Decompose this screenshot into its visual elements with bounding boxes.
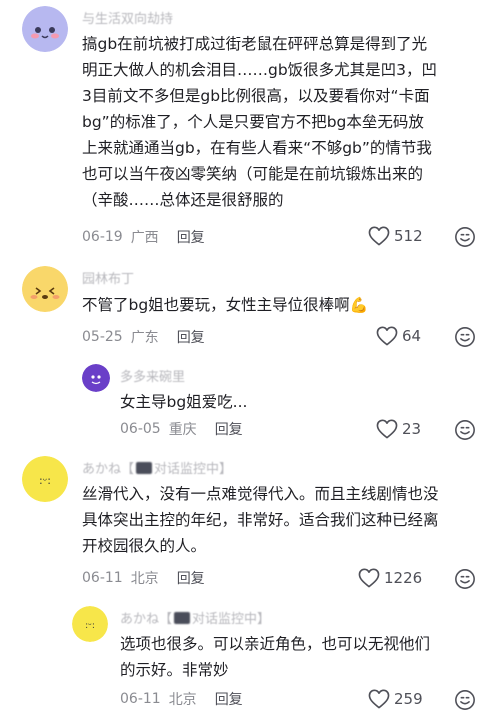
- comment-date: 05-25: [82, 329, 123, 345]
- emoji-reaction-icon[interactable]: [454, 419, 476, 441]
- comment-text-line: 3目前文不多但是gb比例很高，以及要看你对“卡面: [82, 87, 430, 105]
- hidden-tag-icon: [174, 612, 191, 624]
- comment-text-line: 开校园很久的人。: [82, 537, 207, 555]
- avatar-image: [82, 364, 110, 392]
- like-button[interactable]: 23: [376, 419, 421, 439]
- username-suffix: 对话监控中】: [192, 612, 271, 627]
- username-prefix: あかね【: [120, 612, 173, 627]
- reply-item: 多多来碗里 女主导bg姐爱吃... 06-05 重庆 回复 23: [0, 360, 496, 450]
- emoji-sticker: 💪: [349, 296, 369, 314]
- comment-location: 广西: [130, 230, 159, 246]
- avatar-image: :ᵕ:: [72, 606, 108, 642]
- reply-button[interactable]: 回复: [177, 568, 205, 588]
- comment-date: 06-19: [82, 229, 123, 245]
- avatar-image: [22, 266, 68, 312]
- like-count: 1226: [384, 569, 423, 587]
- reply-location: 北京: [168, 692, 197, 708]
- username[interactable]: 与生活双向劫持: [82, 8, 173, 27]
- reply-text-line: 的示好。非常妙: [120, 661, 229, 679]
- comment-item: 园林布丁 不管了bg姐也要玩，女性主导位很棒啊💪 05-25 广东 回复 64 …: [0, 260, 496, 450]
- username[interactable]: あかね【 对话监控中】: [82, 458, 232, 477]
- comment-location: 广东: [130, 330, 159, 346]
- heart-icon: [368, 226, 390, 246]
- comment-item: 与生活双向劫持 搞gb在前坑被打成过街老鼠在砰砰总算是得到了光 明正大做人的机会…: [0, 0, 496, 260]
- hidden-tag-icon: [136, 462, 153, 474]
- svg-text::ᵕ:: :ᵕ:: [39, 474, 51, 487]
- username[interactable]: 园林布丁: [82, 268, 134, 287]
- svg-text::ᵕ:: :ᵕ:: [85, 621, 95, 631]
- avatar[interactable]: [22, 266, 68, 312]
- comment-text-line: 明正大做人的机会泪目……gb饭很多尤其是凹3，凹: [82, 61, 438, 79]
- comment-text-line: 丝滑代入，没有一点难觉得代入。而且主线剧情也没: [82, 485, 439, 503]
- comment-location: 北京: [130, 571, 159, 587]
- comment-text-line: 也可以当午夜凶零笑纳（可能是在前坑锻炼出来的: [82, 165, 424, 183]
- username-suffix: 对话监控中】: [154, 462, 233, 477]
- reply-text-line: 选项也很多。可以亲近角色，也可以无视他们: [120, 635, 431, 653]
- like-count: 259: [394, 690, 423, 708]
- comment-text-line: bg”的标准了，个人是只要官方不把bg本垒无码放: [82, 113, 424, 131]
- heart-icon: [358, 568, 380, 588]
- avatar-image: :ᵕ:: [22, 456, 68, 502]
- reply-button[interactable]: 回复: [177, 227, 205, 247]
- like-button[interactable]: 259: [368, 689, 423, 709]
- heart-icon: [376, 326, 398, 346]
- username[interactable]: あかね【 对话监控中】: [120, 608, 270, 627]
- reply-button[interactable]: 回复: [215, 689, 243, 709]
- emoji-reaction-icon[interactable]: [454, 226, 476, 248]
- comment-date: 06-11: [82, 570, 123, 586]
- like-count: 64: [402, 327, 422, 345]
- comment-meta: 05-25 广东 回复: [82, 327, 205, 347]
- reply-item: :ᵕ: あかね【 对话监控中】 选项也很多。可以亲近角色，也可以无视他们 的示好。…: [0, 602, 496, 714]
- heart-icon: [368, 689, 390, 709]
- comment-text-line: 上来就通通当gb，在有些人看来“不够gb”的情节我: [82, 139, 432, 157]
- comment-item: :ᵕ: あかね【 对话监控中】 丝滑代入，没有一点难觉得代入。而且主线剧情也没 具…: [0, 450, 496, 714]
- avatar[interactable]: [82, 364, 110, 392]
- comment-meta: 06-19 广西 回复: [82, 227, 205, 247]
- avatar[interactable]: :ᵕ:: [72, 606, 108, 642]
- reply-button[interactable]: 回复: [215, 419, 243, 439]
- username-prefix: あかね【: [82, 462, 135, 477]
- comment-text-line: 具体突出主控的年纪，非常好。适合我们这种已经离: [82, 511, 439, 529]
- avatar[interactable]: :ᵕ:: [22, 456, 68, 502]
- like-button[interactable]: 512: [368, 226, 423, 246]
- like-count: 512: [394, 227, 423, 245]
- like-button[interactable]: 64: [376, 326, 421, 346]
- reply-location: 重庆: [168, 422, 197, 438]
- comment-text-line: （辛酸……总体还是很舒服的: [82, 191, 284, 209]
- comment-text-body: 不管了bg姐也要玩，女性主导位很棒啊: [82, 296, 350, 314]
- reply-button[interactable]: 回复: [177, 327, 205, 347]
- like-button[interactable]: 1226: [358, 568, 422, 588]
- reply-text: 女主导bg姐爱吃...: [120, 393, 248, 411]
- reply-date: 06-11: [120, 691, 161, 707]
- reply-date: 06-05: [120, 421, 161, 437]
- emoji-reaction-icon[interactable]: [454, 689, 476, 711]
- comment-text: 不管了bg姐也要玩，女性主导位很棒啊💪: [82, 293, 368, 318]
- emoji-reaction-icon[interactable]: [454, 326, 476, 348]
- like-count: 23: [402, 420, 422, 438]
- heart-icon: [376, 419, 398, 439]
- avatar-image: [22, 6, 68, 52]
- emoji-reaction-icon[interactable]: [454, 568, 476, 590]
- reply-meta: 06-11 北京 回复: [120, 689, 243, 709]
- username[interactable]: 多多来碗里: [120, 366, 185, 385]
- reply-meta: 06-05 重庆 回复: [120, 419, 243, 439]
- avatar[interactable]: [22, 6, 68, 52]
- comment-text-line: 搞gb在前坑被打成过街老鼠在砰砰总算是得到了光: [82, 35, 428, 53]
- comment-meta: 06-11 北京 回复: [82, 568, 205, 588]
